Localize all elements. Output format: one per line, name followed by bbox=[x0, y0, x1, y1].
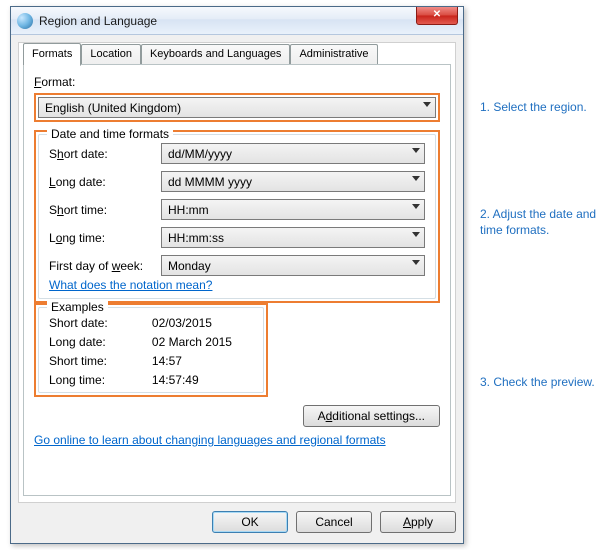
chevron-down-icon bbox=[412, 176, 420, 181]
ex-short-date-value: 02/03/2015 bbox=[152, 316, 253, 330]
additional-settings-button[interactable]: Additional settings... bbox=[303, 405, 440, 427]
cancel-button[interactable]: Cancel bbox=[296, 511, 372, 533]
date-time-group: Date and time formats Shhort date:ort da… bbox=[38, 134, 436, 299]
long-date-dropdown[interactable]: dd MMMM yyyy bbox=[161, 171, 425, 192]
client-area: Formats Location Keyboards and Languages… bbox=[18, 42, 456, 503]
ex-long-date-label: Long date: bbox=[49, 335, 152, 349]
examples-title: Examples bbox=[47, 300, 108, 314]
ex-short-time-value: 14:57 bbox=[152, 354, 253, 368]
format-dropdown-value: English (United Kingdom) bbox=[45, 101, 181, 115]
first-day-label: First day of week: bbox=[49, 259, 161, 273]
first-day-value: Monday bbox=[168, 259, 211, 273]
long-time-value: HH:mm:ss bbox=[168, 231, 224, 245]
short-date-value: dd/MM/yyyy bbox=[168, 147, 232, 161]
formats-pane: Format: English (United Kingdom) Date an… bbox=[23, 64, 451, 496]
short-date-dropdown[interactable]: dd/MM/yyyy bbox=[161, 143, 425, 164]
short-time-dropdown[interactable]: HH:mm bbox=[161, 199, 425, 220]
apply-button[interactable]: Apply bbox=[380, 511, 456, 533]
tab-strip: Formats Location Keyboards and Languages… bbox=[23, 42, 378, 65]
chevron-down-icon bbox=[412, 204, 420, 209]
examples-group: Examples Short date: 02/03/2015 Long dat… bbox=[38, 307, 264, 393]
long-time-dropdown[interactable]: HH:mm:ss bbox=[161, 227, 425, 248]
long-date-label: Long date: bbox=[49, 175, 161, 189]
chevron-down-icon bbox=[412, 260, 420, 265]
short-date-label: Shhort date:ort date: bbox=[49, 147, 161, 161]
long-time-label: Long time: bbox=[49, 231, 161, 245]
ex-long-time-value: 14:57:49 bbox=[152, 373, 253, 387]
ex-short-time-label: Short time: bbox=[49, 354, 152, 368]
highlight-examples: Examples Short date: 02/03/2015 Long dat… bbox=[34, 303, 268, 397]
ex-long-date-value: 02 March 2015 bbox=[152, 335, 253, 349]
highlight-date-time: Date and time formats Shhort date:ort da… bbox=[34, 130, 440, 303]
ex-short-date-label: Short date: bbox=[49, 316, 152, 330]
annotation-1: 1. Select the region. bbox=[480, 100, 610, 116]
long-date-value: dd MMMM yyyy bbox=[168, 175, 252, 189]
globe-icon bbox=[17, 13, 33, 29]
highlight-region: English (United Kingdom) bbox=[34, 93, 440, 122]
annotation-3: 3. Check the preview. bbox=[480, 375, 610, 391]
window-title: Region and Language bbox=[39, 14, 157, 28]
button-bar: OK Cancel Apply bbox=[18, 508, 456, 536]
titlebar[interactable]: Region and Language ✕ bbox=[11, 7, 463, 35]
notation-link[interactable]: What does the notation mean? bbox=[49, 278, 212, 292]
chevron-down-icon bbox=[412, 148, 420, 153]
format-label: Format: bbox=[34, 75, 440, 89]
region-language-dialog: Region and Language ✕ Formats Location K… bbox=[10, 6, 464, 544]
format-dropdown[interactable]: English (United Kingdom) bbox=[38, 97, 436, 118]
chevron-down-icon bbox=[423, 102, 431, 107]
date-time-group-title: Date and time formats bbox=[47, 127, 173, 141]
first-day-dropdown[interactable]: Monday bbox=[161, 255, 425, 276]
chevron-down-icon bbox=[412, 232, 420, 237]
close-icon: ✕ bbox=[433, 9, 441, 20]
ok-button[interactable]: OK bbox=[212, 511, 288, 533]
short-time-label: Short time: bbox=[49, 203, 161, 217]
annotation-2: 2. Adjust the date and time formats. bbox=[480, 207, 610, 238]
close-button[interactable]: ✕ bbox=[416, 7, 458, 25]
go-online-link[interactable]: Go online to learn about changing langua… bbox=[34, 433, 386, 447]
short-time-value: HH:mm bbox=[168, 203, 209, 217]
tab-formats[interactable]: Formats bbox=[23, 43, 81, 66]
ex-long-time-label: Long time: bbox=[49, 373, 152, 387]
